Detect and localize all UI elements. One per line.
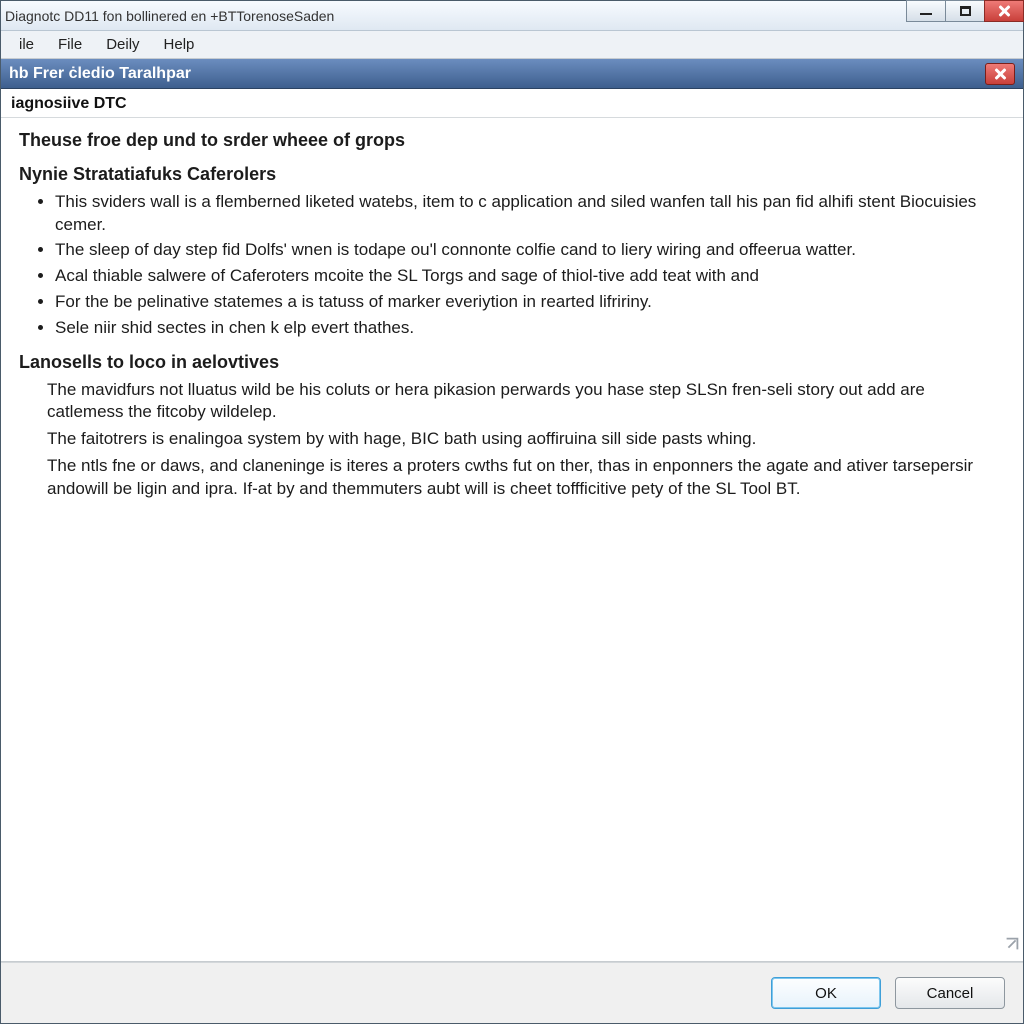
menu-item-help[interactable]: Help [152,33,207,56]
close-button[interactable] [984,0,1024,22]
dialog-header: hb Frer ċledio Taralhpar [1,59,1023,89]
minimize-icon [920,13,932,15]
list-item: Acal thiable salwere of Caferoters mcoit… [55,265,1005,288]
page-title: Theuse froe dep und to srder wheee of gr… [19,128,1005,152]
scroll-indicator-icon [1003,935,1021,953]
section-1-list: This sviders wall is a flemberned likete… [19,191,1005,341]
section-2-title: Lanosells to loco in aelovtives [19,350,1005,374]
section-1-title: Nynie Stratatiafuks Caferolers [19,162,1005,186]
dialog-close-button[interactable] [985,63,1015,85]
titlebar: Diagnotc DD11 fon bollinered en +BTToren… [1,1,1023,31]
menu-item-deily[interactable]: Deily [94,33,151,56]
list-item: For the be pelinative statemes a is tatu… [55,291,1005,314]
paragraph: The mavidfurs not lluatus wild be his co… [47,379,1005,425]
button-bar: OK Cancel [1,962,1023,1023]
paragraph: The ntls fne or daws, and claneninge is … [47,455,1005,501]
maximize-icon [960,6,971,16]
ok-button[interactable]: OK [771,977,881,1009]
app-window: Diagnotc DD11 fon bollinered en +BTToren… [0,0,1024,1024]
close-icon [993,67,1007,81]
maximize-button[interactable] [945,0,985,22]
window-controls [906,1,1023,30]
window-title: Diagnotc DD11 fon bollinered en +BTToren… [5,8,906,24]
menu-item-file[interactable]: File [46,33,94,56]
content-area: Theuse froe dep und to srder wheee of gr… [1,118,1023,961]
list-item: The sleep of day step fid Dolfs' wnen is… [55,239,1005,262]
dialog-subheader: iagnosiive DTC [1,89,1023,118]
list-item: Sele niir shid sectes in chen k elp ever… [55,317,1005,340]
cancel-button[interactable]: Cancel [895,977,1005,1009]
minimize-button[interactable] [906,0,946,22]
menu-item-ile[interactable]: ile [7,33,46,56]
paragraph: The faitotrers is enalingoa system by wi… [47,428,1005,451]
close-icon [997,4,1011,18]
list-item: This sviders wall is a flemberned likete… [55,191,1005,237]
menu-bar: ile File Deily Help [1,31,1023,59]
dialog-title: hb Frer ċledio Taralhpar [9,65,985,83]
